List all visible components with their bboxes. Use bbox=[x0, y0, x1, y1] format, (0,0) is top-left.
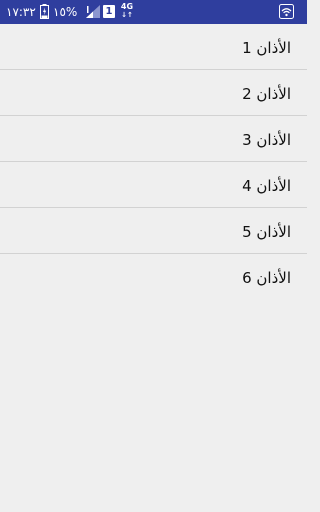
signal-strength-icon bbox=[86, 5, 100, 18]
list-item-adhan-3[interactable]: الأذان 3 bbox=[0, 116, 307, 162]
list-item-adhan-4[interactable]: الأذان 4 bbox=[0, 162, 307, 208]
adhan-list: الأذان 1 الأذان 2 الأذان 3 الأذان 4 الأذ… bbox=[0, 24, 307, 300]
list-item-label: الأذان 5 bbox=[242, 223, 291, 241]
battery-icon bbox=[40, 4, 49, 19]
wifi-notification-icon bbox=[279, 4, 294, 19]
network-type-label: 4G bbox=[120, 2, 134, 11]
network-type-indicator: 4G ↓↑ bbox=[120, 2, 134, 19]
list-item-adhan-2[interactable]: الأذان 2 bbox=[0, 70, 307, 116]
status-time: ١٧:٣٢ bbox=[6, 5, 36, 19]
battery-percent: ١٥% bbox=[53, 5, 78, 19]
list-item-label: الأذان 4 bbox=[242, 177, 291, 195]
list-item-label: الأذان 2 bbox=[242, 85, 291, 103]
list-item-adhan-5[interactable]: الأذان 5 bbox=[0, 208, 307, 254]
list-item-label: الأذان 1 bbox=[242, 39, 291, 57]
list-item-label: الأذان 6 bbox=[242, 269, 291, 287]
status-bar: ١٧:٣٢ ١٥% 1 4G ↓↑ bbox=[0, 0, 307, 24]
list-item-adhan-1[interactable]: الأذان 1 bbox=[0, 24, 307, 70]
list-item-label: الأذان 3 bbox=[242, 131, 291, 149]
list-item-adhan-6[interactable]: الأذان 6 bbox=[0, 254, 307, 300]
sim-slot-badge: 1 bbox=[103, 5, 115, 18]
data-activity-icon: ↓↑ bbox=[121, 11, 133, 19]
